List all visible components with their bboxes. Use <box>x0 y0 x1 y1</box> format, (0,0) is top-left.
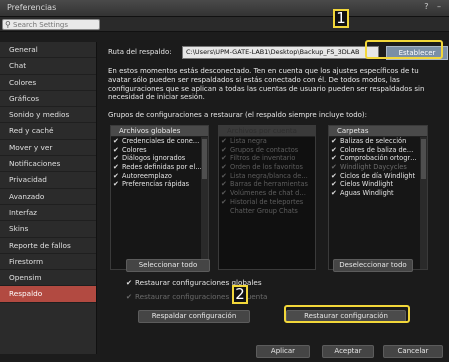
sidebar-item-colores[interactable]: Colores <box>0 75 96 91</box>
step-marker-1: 1 <box>333 9 349 28</box>
list-item: Chatter Group Chats <box>230 206 298 215</box>
global-files-list: Archivos globales ✔ Credenciales de cone…… <box>110 125 209 270</box>
groups-label: Grupos de configuraciones a restaurar (e… <box>108 111 368 119</box>
path-label: Ruta del respaldo: <box>108 48 172 56</box>
title-bar: Preferencias ? – <box>0 0 449 17</box>
search-input[interactable] <box>13 20 97 29</box>
list-item: ✔ Lista negra/blanca de… <box>221 171 308 180</box>
backup-settings-button[interactable]: Respaldar configuración <box>138 310 250 323</box>
checkbox-icon: ✔ <box>221 197 227 206</box>
checkbox-icon[interactable]: ✔ <box>331 137 340 146</box>
scrollbar[interactable] <box>201 137 208 269</box>
highlight-box-2 <box>284 305 410 323</box>
apply-button[interactable]: Aplicar <box>256 345 310 358</box>
deselect-all-button[interactable]: Deseleccionar todo <box>333 259 413 272</box>
checkbox-icon[interactable]: ✔ <box>113 154 122 163</box>
checkbox-icon[interactable]: ✔ <box>113 180 122 189</box>
cancel-button[interactable]: Cancelar <box>383 345 443 358</box>
sidebar-item-mover[interactable]: Mover y ver <box>0 140 96 157</box>
list-item[interactable]: ✔ Autoreemplazo <box>111 172 208 181</box>
sidebar-item-graficos[interactable]: Gráficos <box>0 91 96 108</box>
sidebar-item-privacidad[interactable]: Privacidad <box>0 172 96 189</box>
list-item[interactable]: ✔ Balizas de selección <box>329 137 427 146</box>
list-item: ✔ Orden de los favoritos <box>221 163 303 172</box>
list-item[interactable]: ✔ Colores de baliza de… <box>329 146 427 155</box>
checkbox-icon: ✔ <box>331 163 337 172</box>
list-item: ✔ Barras de herramientas <box>221 180 308 189</box>
sidebar: General Chat Colores Gráficos Sonido y m… <box>0 42 97 354</box>
highlight-box-1 <box>365 40 443 59</box>
column-header: Archivos por cuenta <box>219 126 315 137</box>
list-item[interactable]: ✔ Cielos Windlight <box>329 180 427 189</box>
window-title: Preferencias <box>7 3 57 12</box>
sidebar-item-firestorm[interactable]: Firestorm <box>0 254 96 271</box>
sidebar-item-respaldo[interactable]: Respaldo <box>0 286 96 303</box>
checkbox-icon: ✔ <box>221 137 227 145</box>
checkbox-icon: ✔ <box>221 180 227 189</box>
checkbox-icon[interactable]: ✔ <box>331 180 340 189</box>
checkbox-icon: ✔ <box>221 171 227 180</box>
list-item[interactable]: ✔ Diálogos ignorados <box>111 154 208 163</box>
sidebar-item-notificaciones[interactable]: Notificaciones <box>0 156 96 173</box>
sidebar-item-interfaz[interactable]: Interfaz <box>0 205 96 222</box>
list-item: ✔ Windlight Daycycles <box>331 163 407 172</box>
sidebar-item-red[interactable]: Red y caché <box>0 123 96 140</box>
checkbox-icon: ✔ <box>221 163 227 172</box>
sidebar-item-chat[interactable]: Chat <box>0 58 96 75</box>
sidebar-item-reporte[interactable]: Reporte de fallos <box>0 238 96 254</box>
step-marker-2: 2 <box>232 285 248 304</box>
sidebar-item-general[interactable]: General <box>0 42 96 59</box>
account-files-list: Archivos por cuenta ✔ Lista negra ✔ Grupos… <box>218 125 316 270</box>
checkbox-icon[interactable]: ✔ <box>331 189 340 198</box>
checkbox-icon[interactable]: ✔ <box>331 154 340 163</box>
checkbox-icon: ✔ <box>221 189 227 198</box>
scrollbar-thumb[interactable] <box>202 139 207 179</box>
info-text: En estos momentos estás desconectado. Te… <box>108 67 425 102</box>
search-box[interactable]: ⚲ <box>2 19 100 30</box>
checkbox-icon: ✔ <box>126 292 133 301</box>
list-item[interactable]: ✔ Colores <box>111 146 208 155</box>
list-item[interactable]: ✔ Comprobación ortogr… <box>329 154 427 163</box>
checkbox-icon[interactable]: ✔ <box>113 163 122 172</box>
sidebar-item-avanzado[interactable]: Avanzado <box>0 189 96 205</box>
checkbox-icon[interactable]: ✔ <box>113 146 122 155</box>
sidebar-item-opensim[interactable]: Opensim <box>0 270 96 287</box>
list-item[interactable]: ✔ Redes definidas por el… <box>111 163 208 172</box>
checkbox-icon[interactable]: ✔ <box>331 146 340 155</box>
column-header: Archivos globales <box>111 126 208 137</box>
search-row: ⚲ <box>0 17 449 32</box>
list-item[interactable]: ✔ Aguas Windlight <box>329 189 427 198</box>
list-item: ✔ Filtros de inventario <box>221 154 296 163</box>
accept-button[interactable]: Aceptar <box>322 345 374 358</box>
list-item[interactable]: ✔ Credenciales de cone… <box>111 137 208 146</box>
sidebar-item-skins[interactable]: Skins <box>0 221 96 238</box>
dialog-footer: Aplicar Aceptar Cancelar <box>100 340 449 362</box>
checkbox-icon[interactable]: ✔ <box>331 172 340 181</box>
backup-path-field[interactable]: C:\Users\UPM-GATE-LAB1\Desktop\Backup_FS… <box>182 46 379 59</box>
scrollbar[interactable] <box>420 137 427 269</box>
checkbox-icon[interactable]: ✔ <box>113 172 122 181</box>
checkbox-icon: ✔ <box>221 154 227 163</box>
select-all-button[interactable]: Seleccionar todo <box>126 259 210 272</box>
list-item[interactable]: ✔ Preferencias rápidas <box>111 180 208 189</box>
list-item: ✔ Lista negra <box>221 137 267 145</box>
list-item: ✔ Grupos de contactos <box>221 145 299 154</box>
scrollbar-thumb[interactable] <box>421 139 426 179</box>
checkbox-icon[interactable]: ✔ <box>113 137 122 146</box>
backup-panel: Ruta del respaldo: C:\Users\UPM-GATE-LAB… <box>100 40 449 340</box>
window-controls[interactable]: ? – <box>424 2 444 11</box>
checkbox-icon: ✔ <box>221 145 227 154</box>
search-icon: ⚲ <box>5 20 11 29</box>
folders-list: Carpetas ✔ Balizas de selección ✔ Colores … <box>328 125 428 270</box>
list-item[interactable]: ✔ Ciclos de día Windlight <box>329 172 427 181</box>
column-header: Carpetas <box>329 126 427 137</box>
list-item: ✔ Historial de teleportes <box>221 197 304 206</box>
list-item: ✔ Volúmenes de chat d… <box>221 189 306 198</box>
sidebar-item-sonido[interactable]: Sonido y medios <box>0 107 96 124</box>
checkbox-icon[interactable]: ✔ <box>126 278 135 287</box>
